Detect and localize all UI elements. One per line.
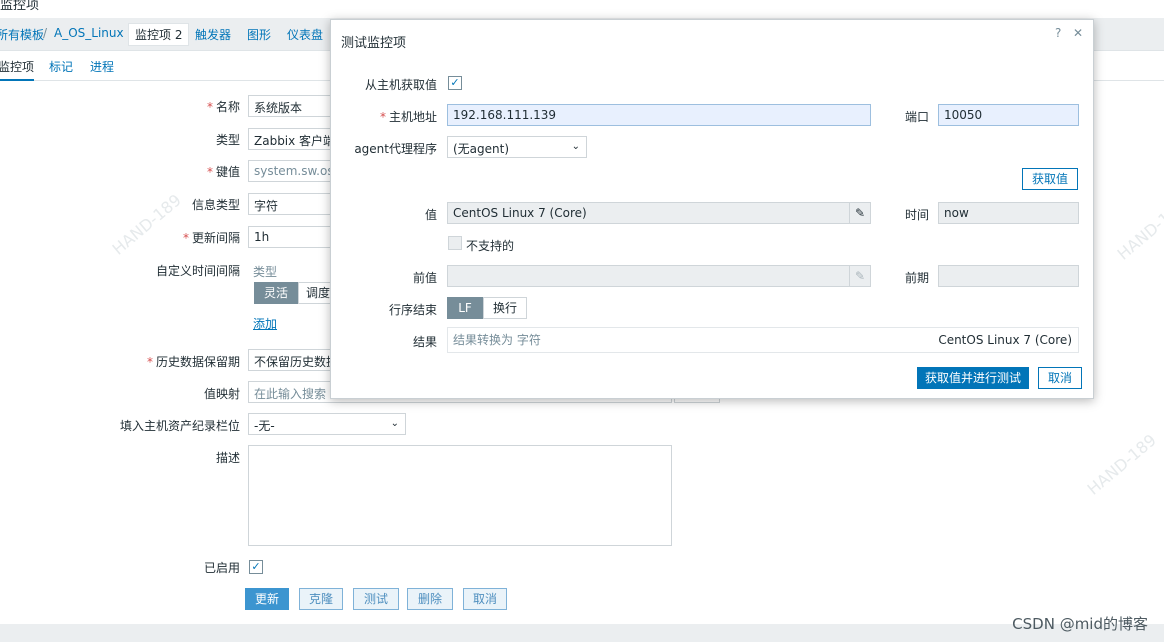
- prev-time-input[interactable]: [938, 265, 1079, 287]
- breadcrumb-template-name[interactable]: A_OS_Linux: [54, 26, 124, 40]
- csdn-credit: CSDN @mid的博客: [1012, 615, 1148, 633]
- key-label: * 键值: [206, 165, 240, 179]
- result-box: 结果转换为 字符 CentOS Linux 7 (Core): [447, 327, 1079, 353]
- port-label: 端口: [904, 110, 929, 124]
- flexible-toggle[interactable]: 灵活: [254, 282, 298, 304]
- breadcrumb-separator: /: [43, 26, 48, 40]
- tab-processes[interactable]: 进程: [90, 58, 114, 75]
- cancel-button[interactable]: 取消: [463, 588, 507, 610]
- host-address-label: * 主机地址: [379, 110, 437, 124]
- clone-button[interactable]: 克隆: [299, 588, 343, 610]
- history-label: * 历史数据保留期: [146, 355, 240, 369]
- pencil-icon[interactable]: ✎: [849, 203, 870, 223]
- type-label: 类型: [215, 133, 240, 147]
- info-type-select[interactable]: 字符: [248, 193, 338, 215]
- result-value: CentOS Linux 7 (Core): [938, 333, 1072, 347]
- value-label: 值: [424, 208, 437, 222]
- not-supported-label: 不支持的: [466, 239, 515, 253]
- breadcrumb-all-templates[interactable]: 所有模板: [0, 26, 44, 43]
- not-supported-checkbox[interactable]: [448, 236, 462, 250]
- test-button[interactable]: 测试: [353, 588, 399, 610]
- add-interval-link[interactable]: 添加: [253, 315, 277, 332]
- prev-value-input[interactable]: ✎: [447, 265, 871, 287]
- top-strip: [0, 0, 1164, 12]
- port-input[interactable]: 10050: [938, 104, 1079, 126]
- get-value-button[interactable]: 获取值: [1022, 168, 1078, 190]
- custom-intervals-label: 自定义时间间隔: [155, 264, 240, 278]
- eol-lf-toggle[interactable]: LF: [447, 297, 483, 319]
- breadcrumb-dashboards[interactable]: 仪表盘: [287, 26, 323, 43]
- get-from-host-label: 从主机获取值: [364, 78, 437, 92]
- value-input[interactable]: CentOS Linux 7 (Core) ✎: [447, 202, 871, 224]
- prev-time-label: 前期: [904, 271, 929, 285]
- result-note: 结果转换为 字符: [453, 333, 541, 347]
- prev-value-label: 前值: [412, 271, 437, 285]
- eol-label: 行序结束: [388, 303, 437, 317]
- enabled-checkbox[interactable]: ✓: [249, 560, 263, 574]
- update-interval-input[interactable]: 1h: [248, 226, 338, 248]
- dialog-title: 测试监控项: [341, 36, 407, 51]
- tab-tags[interactable]: 标记: [49, 58, 73, 75]
- description-textarea[interactable]: [248, 445, 672, 546]
- inventory-select[interactable]: -无- ⌄: [248, 413, 406, 435]
- host-address-input[interactable]: 192.168.111.139: [447, 104, 871, 126]
- bottom-bar: [0, 624, 1164, 642]
- pencil-icon: ✎: [849, 266, 870, 286]
- info-type-label: 信息类型: [191, 198, 240, 212]
- history-input[interactable]: 不保留历史数据: [248, 349, 338, 371]
- test-item-dialog: 测试监控项 ? ✕ 从主机获取值 ✓ * 主机地址 192.168.111.139…: [330, 19, 1094, 399]
- close-icon[interactable]: ✕: [1073, 26, 1083, 40]
- watermark: HAND-189: [1113, 195, 1164, 264]
- description-label: 描述: [215, 451, 240, 465]
- name-input[interactable]: 系统版本: [248, 95, 338, 117]
- custom-intervals-type-header: 类型: [253, 265, 278, 279]
- watermark: HAND-189: [1083, 430, 1160, 499]
- delete-button[interactable]: 删除: [407, 588, 453, 610]
- help-icon[interactable]: ?: [1055, 26, 1061, 40]
- get-from-host-checkbox[interactable]: ✓: [448, 76, 462, 90]
- tab-item[interactable]: 监控项: [0, 58, 35, 81]
- type-select[interactable]: Zabbix 客户端: [248, 128, 338, 150]
- enabled-label: 已启用: [203, 561, 240, 575]
- breadcrumb-items-tab[interactable]: 监控项 2: [128, 23, 190, 46]
- time-label: 时间: [904, 208, 929, 222]
- name-label: * 名称: [206, 100, 240, 114]
- breadcrumb-triggers[interactable]: 触发器: [195, 26, 231, 43]
- value-map-label: 值映射: [203, 387, 240, 401]
- page-title: 监控项: [0, 0, 40, 13]
- time-input[interactable]: now: [938, 202, 1079, 224]
- chevron-down-icon: ⌄: [571, 141, 580, 152]
- update-button[interactable]: 更新: [245, 588, 289, 610]
- inventory-label: 填入主机资产纪录栏位: [119, 419, 240, 433]
- key-input[interactable]: system.sw.os[n: [248, 160, 338, 182]
- dialog-cancel-button[interactable]: 取消: [1038, 367, 1082, 389]
- agent-proxy-select[interactable]: (无agent) ⌄: [447, 136, 587, 158]
- breadcrumb-graphs[interactable]: 图形: [247, 26, 271, 43]
- get-value-and-test-button[interactable]: 获取值并进行测试: [917, 367, 1029, 389]
- chevron-down-icon: ⌄: [390, 418, 399, 429]
- eol-crlf-toggle[interactable]: 换行: [483, 297, 527, 319]
- result-label: 结果: [412, 335, 437, 349]
- agent-proxy-label: agent代理程序: [354, 142, 437, 156]
